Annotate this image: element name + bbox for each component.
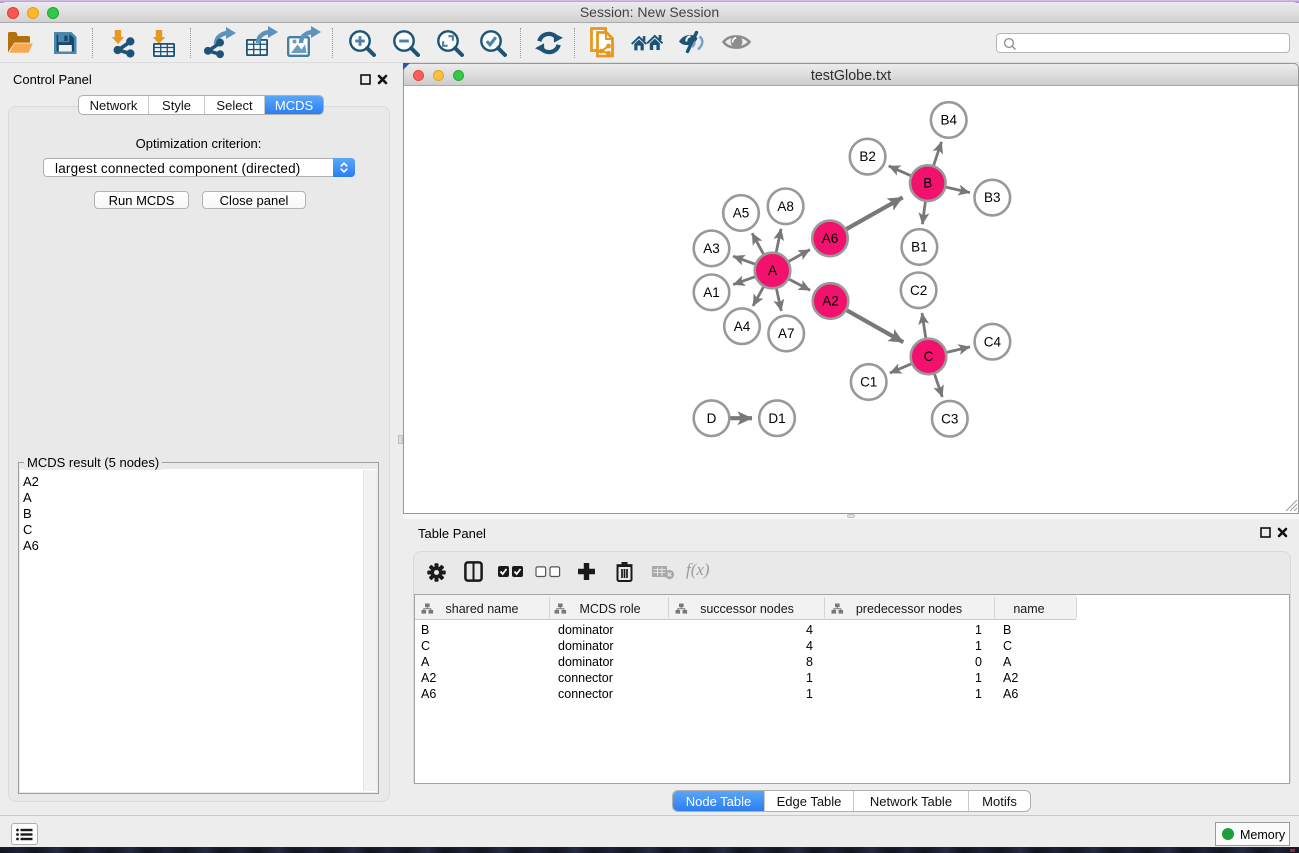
svg-text:B1: B1 [911, 240, 928, 255]
svg-text:C2: C2 [910, 283, 927, 298]
svg-text:B3: B3 [984, 190, 1001, 205]
svg-text:A6: A6 [822, 231, 839, 246]
svg-text:A8: A8 [777, 199, 794, 214]
svg-text:B2: B2 [859, 149, 876, 164]
svg-text:C3: C3 [941, 411, 958, 426]
svg-text:A5: A5 [733, 206, 750, 221]
svg-text:A1: A1 [703, 285, 720, 300]
svg-text:A4: A4 [734, 319, 751, 334]
svg-text:A: A [768, 263, 777, 278]
svg-text:B4: B4 [940, 113, 957, 128]
svg-text:B: B [923, 176, 932, 191]
svg-text:A2: A2 [822, 294, 839, 309]
svg-text:D: D [707, 411, 717, 426]
svg-text:C4: C4 [984, 334, 1002, 349]
svg-text:A3: A3 [703, 241, 720, 256]
svg-text:A7: A7 [778, 326, 795, 341]
svg-text:C: C [924, 349, 934, 364]
svg-text:D1: D1 [768, 411, 785, 426]
svg-text:C1: C1 [860, 375, 877, 390]
